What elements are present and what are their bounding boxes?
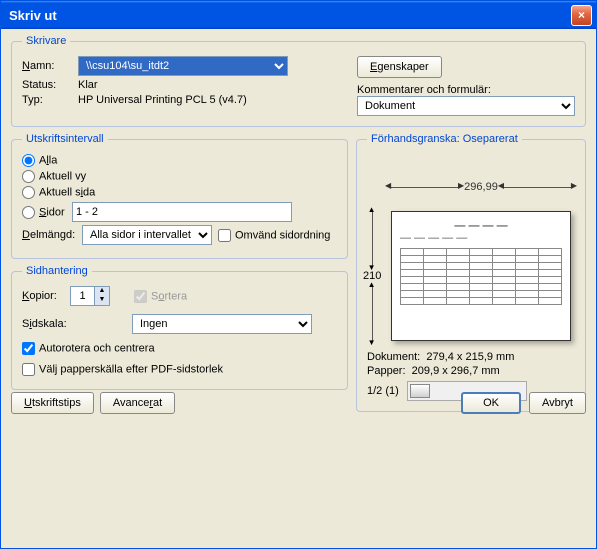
status-value: Klar [78, 79, 98, 91]
range-group: Utskriftsintervall Alla Aktuell vy Aktue… [11, 133, 348, 259]
status-label: Status: [22, 79, 78, 91]
autorotate-checkbox[interactable]: Autorotera och centrera [22, 342, 155, 355]
type-label: Typ: [22, 94, 78, 106]
advanced-button[interactable]: Avancerat [100, 392, 175, 414]
handling-group: Sidhantering Kopior: 1 ▲▼ Sortera Sidska… [11, 265, 348, 390]
page-preview: — — — — — — — — — [391, 211, 571, 341]
radio-current-view[interactable]: Aktuell vy [22, 170, 86, 183]
radio-all[interactable]: Alla [22, 154, 57, 167]
reverse-checkbox[interactable]: Omvänd sidordning [218, 229, 330, 242]
collate-checkbox: Sortera [134, 290, 187, 303]
ok-button[interactable]: OK [461, 392, 521, 414]
printer-group: Skrivare Namn: \\csu104\su_itdt2 Status:… [11, 35, 586, 127]
doc-size: Dokument: 279,4 x 215,9 mm [367, 351, 575, 363]
window-title: Skriv ut [9, 8, 571, 23]
name-label: Namn: [22, 60, 78, 72]
pages-input[interactable] [72, 202, 292, 222]
cancel-button[interactable]: Avbryt [529, 392, 586, 414]
chevron-down-icon: ▼ [94, 296, 109, 305]
subset-select[interactable]: Alla sidor i intervallet [82, 225, 212, 245]
tips-button[interactable]: Utskriftstips [11, 392, 94, 414]
titlebar: Skriv ut × [1, 1, 596, 29]
copies-spinner[interactable]: 1 ▲▼ [70, 286, 110, 306]
chevron-up-icon: ▲ [94, 287, 109, 296]
close-icon[interactable]: × [571, 5, 592, 26]
paper-size: Papper: 209,9 x 296,7 mm [367, 365, 575, 377]
comments-select[interactable]: Dokument [357, 96, 575, 116]
radio-current-page[interactable]: Aktuell sida [22, 186, 95, 199]
radio-pages[interactable]: Sidor [22, 206, 72, 219]
scale-select[interactable]: Ingen [132, 314, 312, 334]
printer-legend: Skrivare [22, 35, 70, 47]
scale-label: Sidskala: [22, 318, 132, 330]
subset-label: Delmängd: [22, 229, 82, 241]
papersource-checkbox[interactable]: Välj papperskälla efter PDF-sidstorlek [22, 363, 223, 376]
range-legend: Utskriftsintervall [22, 133, 108, 145]
preview-group: Förhandsgranska: Oseparerat 296,99 210 —… [356, 133, 586, 412]
properties-button[interactable]: Egenskaper [357, 56, 442, 78]
dimension-height: 210 [363, 211, 381, 341]
copies-label: Kopior: [22, 290, 70, 302]
type-value: HP Universal Printing PCL 5 (v4.7) [78, 94, 247, 106]
dimension-width: 296,99 [391, 181, 571, 193]
preview-legend: Förhandsgranska: Oseparerat [367, 133, 522, 145]
comments-label: Kommentarer och formulär: [357, 84, 575, 96]
printer-select[interactable]: \\csu104\su_itdt2 [78, 56, 288, 76]
handling-legend: Sidhantering [22, 265, 92, 277]
